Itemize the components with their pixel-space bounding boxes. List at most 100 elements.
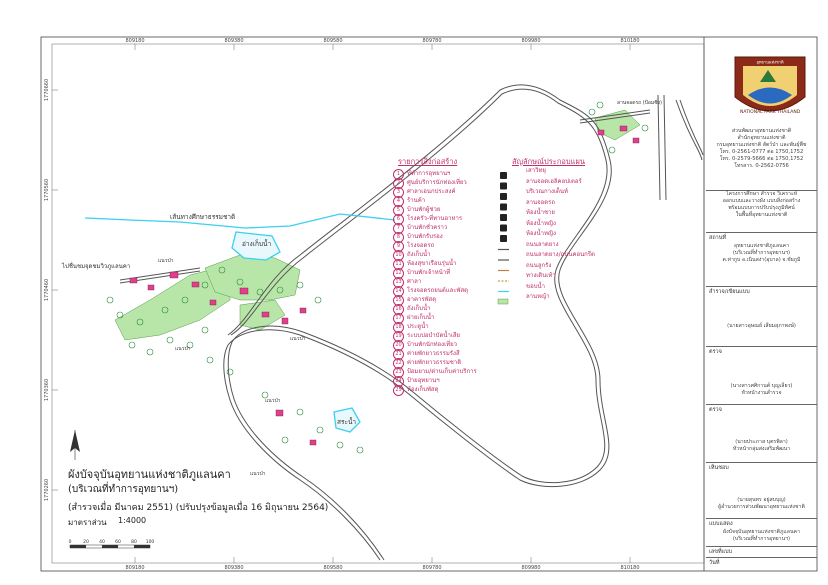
north-arrow-icon	[70, 430, 80, 460]
y-grid-ticks: 1770660 1770560 1770460 1770360 1770260	[44, 79, 58, 501]
forest-label: แนวป่า	[175, 346, 191, 352]
location-line: ต.ท่ากูบ อ.เนินสง่า(อุบาล) จ.ชัยภูมิ	[722, 257, 801, 264]
sheet-number-head: เลขที่แบบ	[709, 549, 733, 555]
scale-label: มาตราส่วน	[68, 518, 107, 527]
tree-icon	[356, 446, 364, 454]
symbol-legend-item: ลานจอดรถ	[526, 198, 556, 206]
symbol-legend-item: ถนนลาดยาง	[526, 240, 559, 248]
symbol-legend-item: ทางเดินเท้า	[526, 272, 556, 279]
y-tick-label: 1770360	[44, 379, 50, 401]
map-title: ผังบัจจุบันอุทยานแห่งชาติภูแลนคา	[68, 468, 231, 481]
tree-icon	[314, 296, 322, 304]
radio-mast-icon	[500, 172, 507, 179]
tree-icon	[588, 108, 596, 116]
inspector-role: หัวหน้ากลุ่มส่งเสริมพัฒนา	[732, 446, 791, 453]
x-tick-label: 809180	[125, 38, 144, 44]
building-name: ค่ายพักยาวธรรมรังสี	[407, 350, 460, 357]
symbol-legend-item: ห้องน้ำหญิง	[526, 230, 556, 237]
checker-name: (นางสาวศศิกานต์ บุญเลียว)	[730, 383, 793, 389]
x-tick-label: 809580	[323, 565, 342, 571]
building-name: ห้องเก็บพัสดุ	[407, 386, 439, 393]
x-tick-label: 809380	[224, 565, 243, 571]
symbol-legend-item: บริเวณกางเต็นท์	[526, 188, 568, 195]
nature-trail-label: เส้นทางศึกษาธรรมชาติ	[170, 213, 235, 221]
y-tick-label: 1770660	[44, 79, 50, 101]
reservoir-label: อ่างเก็บน้ำ	[242, 239, 271, 248]
tree-icon	[641, 124, 649, 132]
tree-icon	[226, 368, 234, 376]
symbol-legend-item: ห้องน้ำชาย	[526, 209, 555, 216]
location-block: สถานที่ อุทยานแห่งชาติภูแลนคา (บริเวณที่…	[706, 232, 817, 283]
symbol-legend-item: ถนนลาดยาง/ถนนคอนกรีต	[526, 251, 595, 258]
x-tick-label: 810180	[620, 38, 639, 44]
inspector-block: ตรวจ (นายประภาส บุตรพิลา) หัวหน้ากลุ่มส่…	[706, 404, 817, 459]
checker-head: ตรวจ	[709, 349, 722, 355]
building-number: 25	[393, 385, 404, 396]
tree-icon	[336, 441, 344, 449]
sheet-number-block: เลขที่แบบ	[706, 546, 817, 557]
symbol-legend-item: ลานจอดเฮลิคอปเตอร์	[526, 177, 582, 185]
x-tick-label: 810180	[620, 565, 639, 571]
approver-name: (นายสุนทร อยู่สบบุญ)	[737, 497, 786, 503]
scale-tick-label: 100	[146, 539, 155, 545]
tree-icon	[206, 356, 214, 364]
forest-label: แนวป่า	[265, 398, 281, 404]
project-block: โครงการศึกษา สำรวจ วิเคราะห์ ออกแบบและวา…	[706, 190, 817, 229]
parking-icon	[500, 203, 507, 211]
org-line: สำนักอุทยานแห่งชาติ	[737, 135, 786, 142]
national-park-logo: อุทยานแห่งชาติ	[734, 56, 806, 112]
legend-icons	[497, 172, 509, 305]
pond-label: สระน้ำ	[337, 417, 356, 426]
building-name: บ้านพักเจ้าหน้าที่	[407, 269, 451, 276]
building-name: ศาลาเอนกประสงค์	[407, 188, 456, 195]
building-name: ศูนย์บริการนักท่องเที่ยว	[407, 179, 467, 186]
symbol-legend-item: ลานหญ้า	[526, 293, 550, 300]
inspector-name: (นายประภาส บุตรพิลา)	[735, 439, 788, 445]
y-tick-label: 1770560	[44, 179, 50, 201]
building-name: ฝายเก็บน้ำ	[407, 314, 435, 321]
forest-label: แนวป่า	[290, 336, 306, 342]
building-name: ค่ายพักยาวธรรมชาติ	[407, 359, 462, 366]
scale-tick-label: 20	[83, 539, 89, 545]
map-subtitle: (บริเวณที่ทำการอุทยานฯ)	[68, 484, 179, 495]
x-tick-label: 809380	[224, 38, 243, 44]
scale-tick-label: 40	[99, 539, 105, 545]
y-tick-label: 1770460	[44, 279, 50, 301]
surveyor-name: (นายสาวอุษณย์ เสียมสุภาพงษ์)	[727, 323, 796, 329]
date-block: วันที่	[706, 557, 817, 570]
building-name: ห้องสุขาเรือนรุ่นน้ำ	[407, 260, 457, 267]
forest-label: แนวป่า	[250, 471, 266, 477]
contact-line: โทรสาร. 0-2562-0756	[734, 163, 789, 170]
building-name: โรงครัว-ที่ทานอาหาร	[407, 215, 463, 222]
building-name: ถังเก็บน้ำ	[407, 305, 431, 312]
symbol-legend-item: เสาวิทยุ	[526, 167, 546, 174]
building-name: ประตูน้ำ	[407, 323, 429, 330]
project-line: โครงการศึกษา สำรวจ วิเคราะห์	[725, 191, 798, 197]
sheet-title-head: แบบแสดง	[709, 521, 733, 527]
location-head: สถานที่	[709, 235, 727, 241]
forest-label: แนวป่า	[158, 258, 174, 264]
approver-role: ผู้อำนวยการส่วนพัฒนาอุทยานแห่งชาติ	[718, 504, 805, 511]
tree-icon	[128, 341, 136, 349]
x-tick-label: 809180	[125, 565, 144, 571]
building-name: ป้อมยาม/ด่านเก็บค่าบริการ	[407, 368, 477, 375]
tree-icon	[201, 326, 209, 334]
sheet-title-line: (บริเวณที่ทำการอุทยานฯ)	[732, 536, 791, 543]
org-block: ส่วนพัฒนาอุทยานแห่งชาติ สำนักอุทยานแห่งช…	[706, 128, 817, 170]
scale-tick-label: 0	[69, 539, 72, 545]
scale-tick-label: 80	[131, 539, 137, 545]
building-name: บ้านพักนักท่องเที่ยว	[407, 341, 457, 348]
symbol-legend-item: ถนนลูกรัง	[526, 261, 552, 269]
project-line: พร้อมแบบการปรับปรุงภูมิทัศน์	[728, 205, 795, 212]
building-name: บ้านพักผู้ช่วย	[407, 206, 441, 213]
lawn-swatch	[497, 298, 509, 305]
building-name: ระบบบ่อบำบัดน้ำเสีย	[407, 332, 461, 339]
building-name: ร้านค้า	[407, 197, 426, 204]
x-tick-label: 809580	[323, 38, 342, 44]
contact-line: โทร. 0-2561-0777 ต่อ 1750,1752	[719, 149, 804, 156]
tree-icon	[296, 408, 304, 416]
toilet-male-icon	[500, 214, 507, 221]
scale-bar	[69, 544, 151, 549]
toilet-female-icon	[500, 224, 507, 232]
org-line: ส่วนพัฒนาอุทยานแห่งชาติ	[731, 128, 792, 134]
